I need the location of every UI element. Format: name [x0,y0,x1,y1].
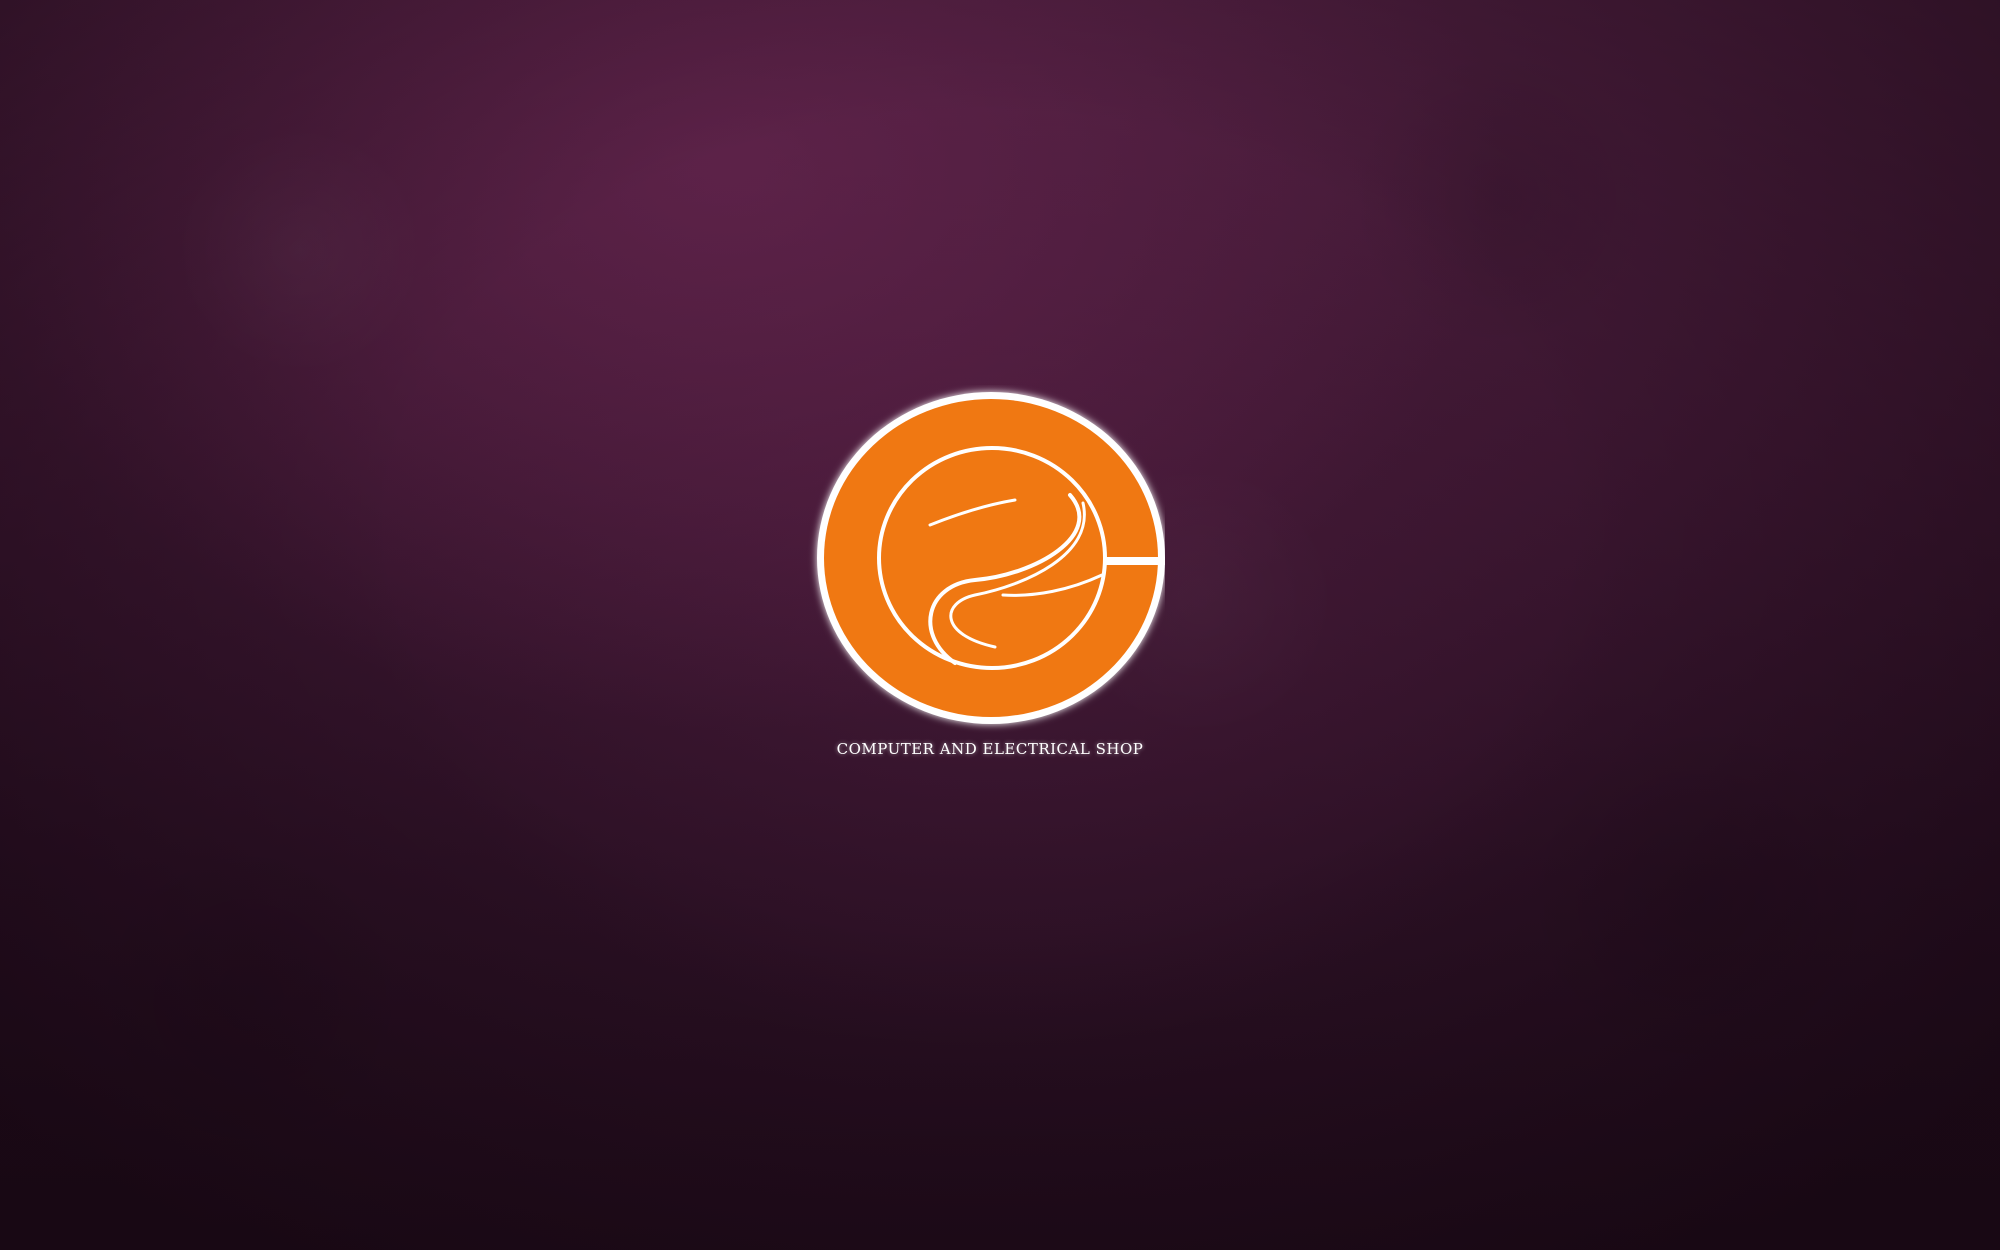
shop-tagline: COMPUTER AND ELECTRICAL SHOP [836,740,1144,758]
logo-bar [1103,557,1165,565]
shop-logo-icon [805,385,1165,745]
desktop-wallpaper: COMPUTER AND ELECTRICAL SHOP [0,0,2000,1250]
logo-graphic [817,392,1165,724]
